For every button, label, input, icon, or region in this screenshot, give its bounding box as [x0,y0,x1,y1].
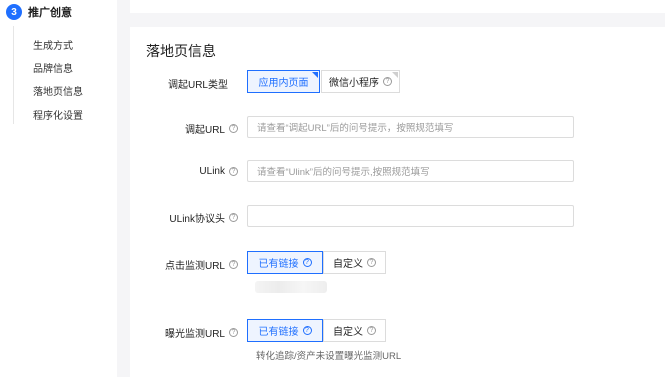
impression-monitor-label: 曝光监测URL ? [108,325,238,340]
option-label: 已有链接 [258,259,299,270]
url-type-label: 调起URL类型 [98,76,228,91]
help-icon[interactable]: ? [302,258,312,267]
ulink-label: ULink ? [108,166,238,177]
help-icon[interactable]: ? [229,167,238,176]
invoke-url-input[interactable]: 请查看“调起URL”后的问号提示，按照规范填写 [247,116,574,138]
impression-monitor-option-custom[interactable]: 自定义 ? [323,319,386,342]
sidebar-item-landing-page-info[interactable]: 落地页信息 [33,83,83,98]
selected-corner-icon [312,72,318,78]
url-type-label-text: 调起URL类型 [167,80,228,91]
help-icon[interactable]: ? [229,124,238,133]
help-icon[interactable]: ? [302,326,312,335]
sidebar-item-brand-info[interactable]: 品牌信息 [33,60,73,75]
impression-monitor-label-text: 曝光监测URL [164,329,225,340]
url-type-option-in-app-page[interactable]: 应用内页面 [247,70,320,93]
url-type-option-wechat-mini-program[interactable]: 微信小程序 ? [321,70,400,93]
invoke-url-label: 调起URL ? [108,121,238,136]
ulink-protocol-label-text: ULink协议头 [169,214,225,225]
corner-icon [392,72,398,78]
ulink-protocol-input[interactable] [247,205,574,227]
step-title: 推广创意 [28,7,72,19]
redacted-link-area [255,281,327,293]
invoke-url-label-text: 调起URL [184,125,225,136]
help-icon[interactable]: ? [229,213,238,222]
option-label: 自定义 [333,259,363,270]
step-header[interactable]: 3 推广创意 [6,4,72,20]
help-icon[interactable]: ? [367,258,376,267]
previous-section-panel [130,0,665,13]
impression-monitor-hint: 转化追踪/资产未设置曝光监测URL [256,351,402,362]
step-number-badge: 3 [6,4,22,20]
sidebar: 3 推广创意 生成方式 品牌信息 落地页信息 程序化设置 [0,0,117,377]
option-label: 自定义 [333,327,363,338]
click-monitor-option-existing-link[interactable]: 已有链接 ? [247,251,323,274]
step-connector-line [13,26,14,124]
click-monitor-option-custom[interactable]: 自定义 ? [323,251,386,274]
sidebar-item-programmatic-settings[interactable]: 程序化设置 [33,107,83,122]
help-icon[interactable]: ? [367,326,376,335]
ulink-label-text: ULink [199,166,225,177]
help-icon[interactable]: ? [229,328,238,337]
option-label: 已有链接 [258,327,299,338]
section-title: 落地页信息 [146,43,216,59]
help-icon[interactable]: ? [383,77,392,86]
invoke-url-placeholder: 请查看“调起URL”后的问号提示，按照规范填写 [257,123,454,134]
ulink-placeholder: 请查看“Ulink”后的问号提示,按照规范填写 [257,167,430,178]
ulink-input[interactable]: 请查看“Ulink”后的问号提示,按照规范填写 [247,160,574,182]
click-monitor-label-text: 点击监测URL [164,261,225,272]
sidebar-item-generation-method[interactable]: 生成方式 [33,37,73,52]
option-label: 微信小程序 [329,78,379,89]
help-icon[interactable]: ? [229,260,238,269]
ulink-protocol-label: ULink协议头 ? [108,210,238,225]
click-monitor-label: 点击监测URL ? [108,257,238,272]
option-label: 应用内页面 [258,78,309,89]
impression-monitor-option-existing-link[interactable]: 已有链接 ? [247,319,323,342]
